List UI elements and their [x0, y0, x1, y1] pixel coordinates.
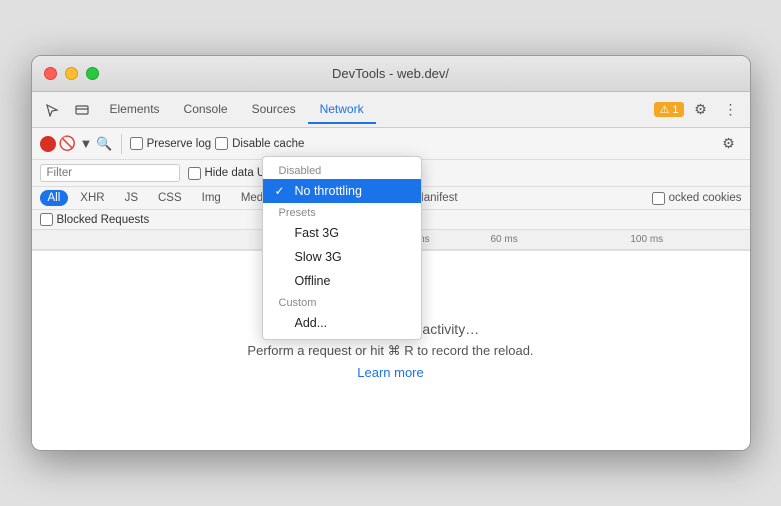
- dropdown-item-fast3g[interactable]: Fast 3G: [263, 221, 421, 245]
- minimize-button[interactable]: [65, 67, 78, 80]
- blocked-cookies-checkbox-label[interactable]: ocked cookies: [652, 192, 742, 205]
- dropdown-section-disabled: Disabled: [263, 161, 421, 179]
- more-menu-button[interactable]: ⋮: [718, 97, 744, 123]
- dropdown-item-offline[interactable]: Offline: [263, 269, 421, 293]
- dropdown-section-custom: Custom: [263, 293, 421, 311]
- blocked-cookies-area: ocked cookies: [652, 192, 742, 205]
- record-button[interactable]: [40, 136, 56, 152]
- dropdown-section-presets: Presets: [263, 203, 421, 221]
- tab-console[interactable]: Console: [172, 96, 240, 124]
- traffic-lights: [44, 67, 99, 80]
- filter-icon[interactable]: ▼: [80, 136, 93, 151]
- tabbar-right: ⚠ 1 ⚙ ⋮: [654, 97, 743, 123]
- titlebar: DevTools - web.dev/: [32, 56, 750, 92]
- chip-js[interactable]: JS: [117, 190, 146, 206]
- maximize-button[interactable]: [86, 67, 99, 80]
- warning-badge[interactable]: ⚠ 1: [654, 102, 683, 117]
- search-icon[interactable]: 🔍: [96, 136, 112, 152]
- dropdown-item-slow3g[interactable]: Slow 3G: [263, 245, 421, 269]
- cursor-icon[interactable]: [38, 96, 66, 124]
- chip-img[interactable]: Img: [194, 190, 229, 206]
- devtools-tabbar: Elements Console Sources Network ⚠ 1 ⚙ ⋮: [32, 92, 750, 128]
- chip-xhr[interactable]: XHR: [72, 190, 112, 206]
- dock-icon[interactable]: [68, 96, 96, 124]
- blocked-requests-checkbox[interactable]: [40, 213, 53, 226]
- tab-list: Elements Console Sources Network: [98, 96, 655, 124]
- filter-input[interactable]: [40, 164, 180, 182]
- learn-more-link[interactable]: Learn more: [357, 365, 423, 380]
- throttle-dropdown: Disabled No throttling Presets Fast 3G S…: [262, 156, 422, 340]
- close-button[interactable]: [44, 67, 57, 80]
- disable-cache-checkbox[interactable]: [215, 137, 228, 150]
- tab-network[interactable]: Network: [308, 96, 376, 124]
- preserve-log-checkbox[interactable]: [130, 137, 143, 150]
- blocked-cookies-checkbox[interactable]: [652, 192, 665, 205]
- tab-elements[interactable]: Elements: [98, 96, 172, 124]
- disable-cache-label[interactable]: Disable cache: [215, 137, 304, 150]
- chip-all[interactable]: All: [40, 190, 69, 206]
- dropdown-item-add[interactable]: Add...: [263, 311, 421, 335]
- clear-button[interactable]: 🚫: [60, 136, 76, 152]
- settings-button[interactable]: ⚙: [688, 97, 714, 123]
- preserve-log-label[interactable]: Preserve log: [130, 137, 212, 150]
- hide-data-checkbox[interactable]: [188, 167, 201, 180]
- network-settings-button[interactable]: ⚙: [716, 131, 742, 157]
- chip-css[interactable]: CSS: [150, 190, 190, 206]
- mark-100ms: 100 ms: [630, 234, 663, 245]
- mark-60ms: 60 ms: [491, 234, 518, 245]
- dropdown-item-no-throttling[interactable]: No throttling: [263, 179, 421, 203]
- perform-text: Perform a request or hit ⌘ R to record t…: [247, 343, 533, 359]
- tab-sources[interactable]: Sources: [240, 96, 308, 124]
- devtools-content: 🚫 ▼ 🔍 Preserve log Disable cache ⚙ Hide …: [32, 128, 750, 450]
- window-title: DevTools - web.dev/: [332, 66, 449, 81]
- separator: [121, 134, 122, 154]
